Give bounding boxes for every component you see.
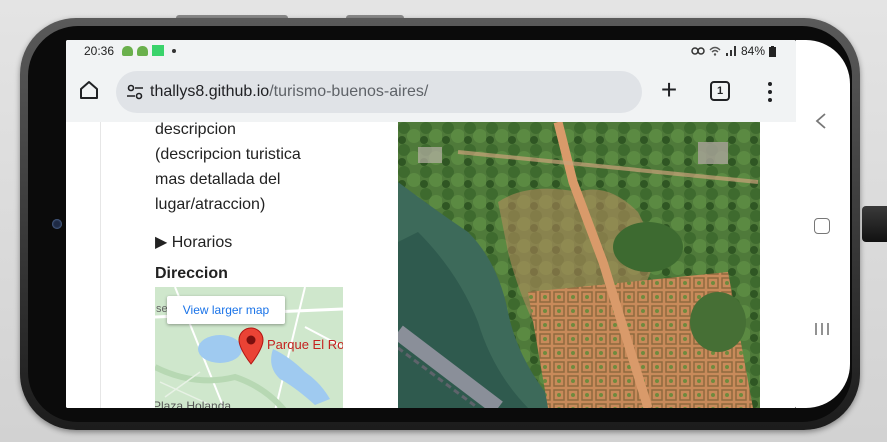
system-nav-bar <box>796 40 850 408</box>
rosedal-aerial-image <box>398 122 760 408</box>
map-place-label: Parque El Ro <box>267 337 343 352</box>
horarios-toggle[interactable]: ▶ Horarios <box>155 232 232 252</box>
battery-icon <box>769 45 776 57</box>
map-plaza-label: Plaza Holanda <box>155 399 232 408</box>
square-home-icon[interactable] <box>814 218 830 234</box>
home-icon[interactable] <box>78 79 100 101</box>
url-text: thallys8.github.io/turismo-buenos-aires/ <box>150 83 428 101</box>
front-camera <box>52 219 62 229</box>
page-edge <box>100 122 101 408</box>
photo-background: 20:36 84% thallys8.github.io/turismo-bue… <box>0 0 887 442</box>
notification-square-icon <box>152 45 164 56</box>
plus-icon[interactable]: + <box>656 76 682 104</box>
embedded-map[interactable]: se View larger map Parque El Ro Plaza Ho… <box>155 287 343 408</box>
status-bar: 20:36 84% <box>66 40 796 62</box>
address-bar[interactable]: thallys8.github.io/turismo-buenos-aires/ <box>116 71 642 113</box>
description-line: descripcion <box>155 122 236 138</box>
tab-switcher-button[interactable]: 1 <box>710 81 730 101</box>
description-line: (descripcion turistica <box>155 146 301 163</box>
tune-icon[interactable] <box>126 83 144 101</box>
more-notifications-icon <box>172 48 176 53</box>
wifi-icon <box>709 46 721 56</box>
url-host: thallys8.github.io <box>150 83 270 100</box>
description-line: lugar/atraccion) <box>155 196 266 213</box>
recent-apps-icon[interactable] <box>813 322 831 336</box>
kebab-menu-icon[interactable] <box>758 80 782 104</box>
battery-percent: 84% <box>740 44 765 58</box>
web-page-content: descripcion (descripcion turistica mas d… <box>66 122 796 408</box>
description-line: mas detallada del <box>155 171 281 188</box>
status-time: 20:36 <box>84 44 115 58</box>
android-icon <box>137 45 148 56</box>
view-larger-map-button[interactable]: View larger map <box>167 296 285 324</box>
charging-cable <box>862 206 887 242</box>
place-description: descripcion (descripcion turistica mas d… <box>155 122 355 217</box>
url-path: /turismo-buenos-aires/ <box>269 83 429 100</box>
chevron-left-icon[interactable] <box>814 112 828 130</box>
map-edge-label: se <box>156 303 168 315</box>
map-pin-icon[interactable] <box>237 327 265 365</box>
android-icon <box>122 45 133 56</box>
signal-icon <box>725 46 736 56</box>
browser-toolbar: thallys8.github.io/turismo-buenos-aires/… <box>66 62 796 122</box>
park-aerial-photo <box>398 122 760 408</box>
phone-screen: 20:36 84% thallys8.github.io/turismo-bue… <box>66 40 796 408</box>
notification-icons <box>122 45 176 56</box>
link-icon <box>691 47 705 55</box>
direccion-heading: Direccion <box>155 265 228 282</box>
system-indicators: 84% <box>691 44 776 58</box>
